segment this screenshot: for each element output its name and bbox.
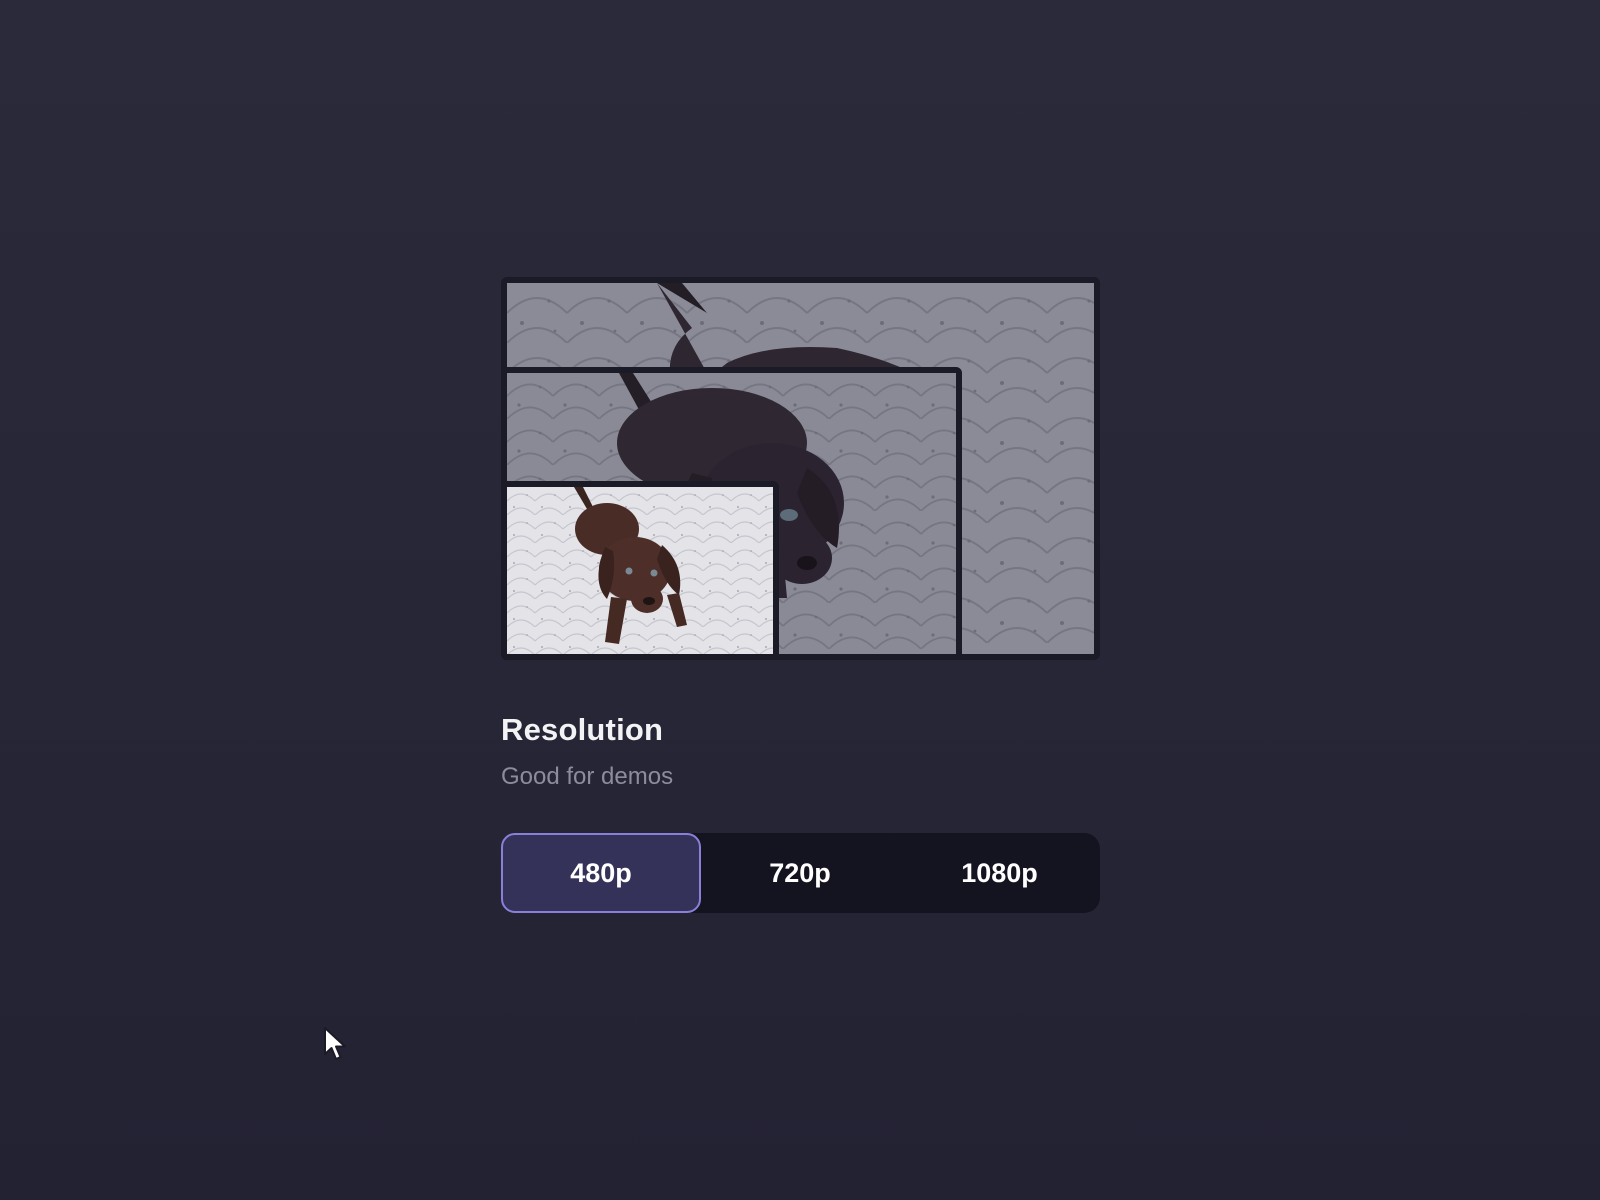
resolution-option-1080p[interactable]: 1080p — [899, 833, 1100, 913]
resolution-segmented-control: 480p 720p 1080p — [501, 833, 1100, 913]
setting-title: Resolution — [501, 712, 664, 747]
resolution-preview — [501, 277, 1100, 660]
resolution-option-480p[interactable]: 480p — [501, 833, 701, 913]
setting-subtitle: Good for demos — [501, 763, 674, 790]
mouse-pointer-icon — [324, 1027, 346, 1060]
puppy-image-small — [507, 487, 773, 654]
preview-frame-480p — [501, 481, 779, 660]
resolution-option-720p[interactable]: 720p — [701, 833, 899, 913]
